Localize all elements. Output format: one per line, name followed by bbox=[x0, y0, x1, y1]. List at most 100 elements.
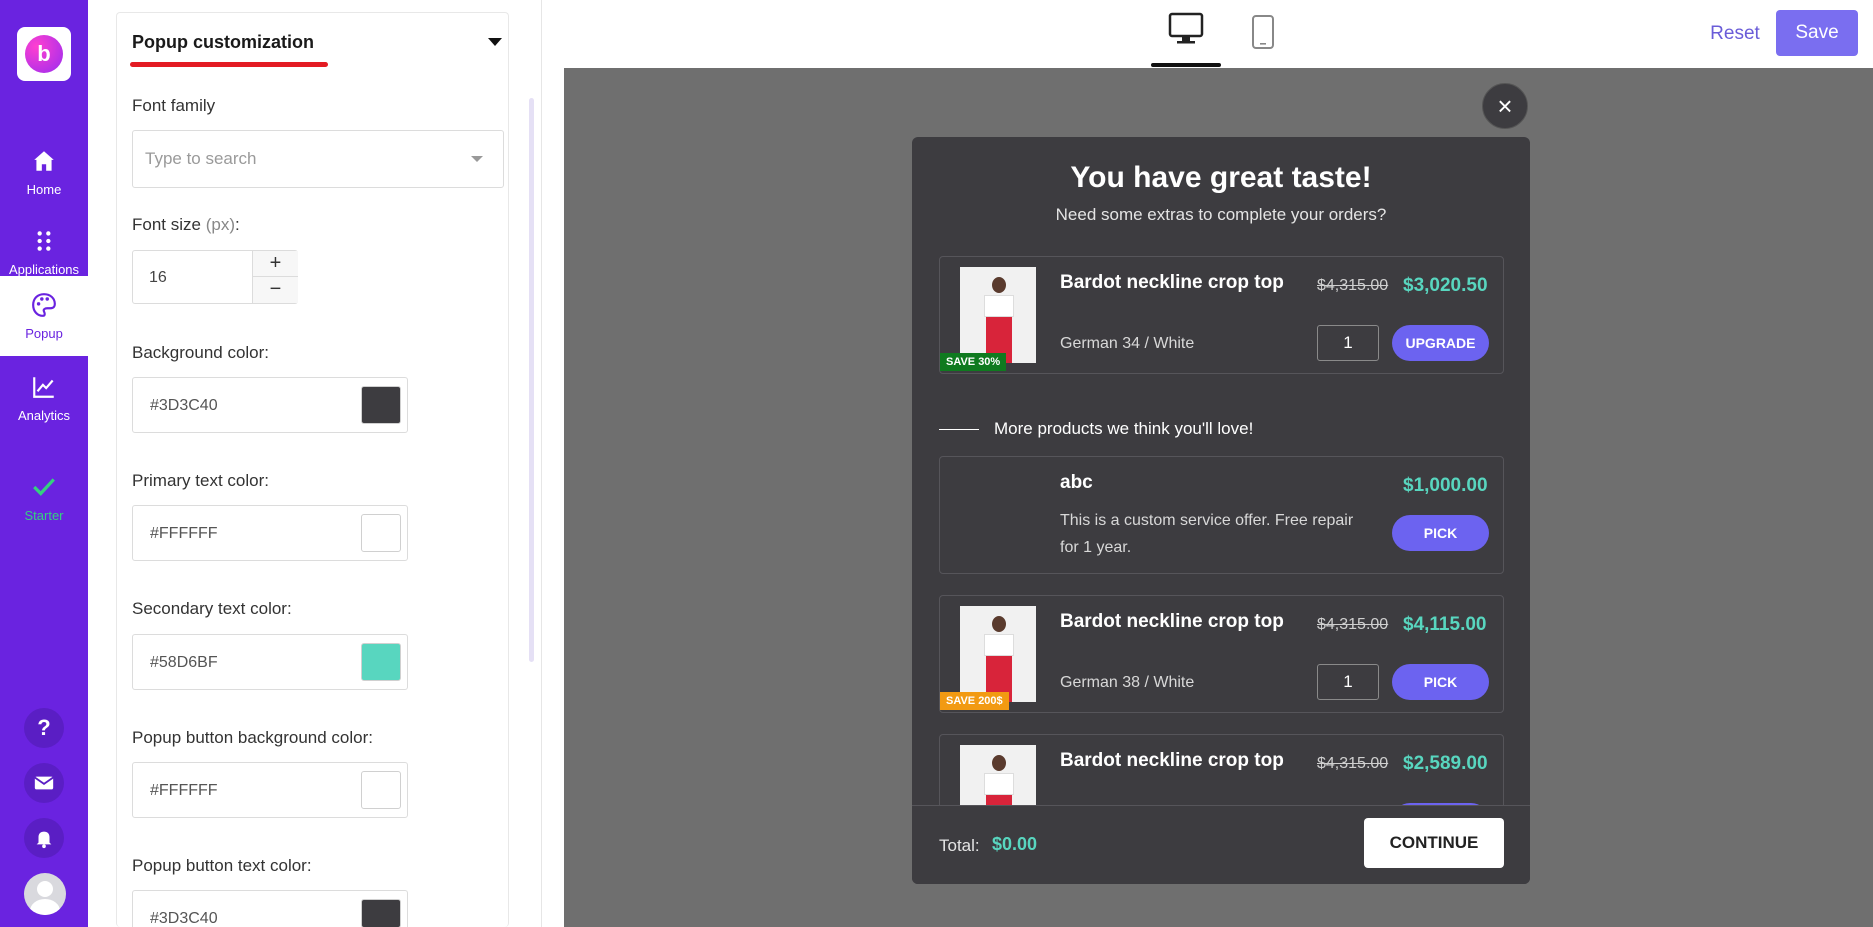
bg-color-label: Background color: bbox=[132, 343, 270, 362]
discount-badge: SAVE 200$ bbox=[940, 692, 1009, 710]
mail-icon bbox=[34, 776, 54, 790]
upgrade-button[interactable]: UPGRADE bbox=[1392, 325, 1489, 361]
button-bg-color-value: #FFFFFF bbox=[150, 782, 218, 799]
old-price: $4,315.00 bbox=[1317, 755, 1389, 772]
font-size-colon: : bbox=[235, 215, 240, 234]
product-variant[interactable]: German 34 / White bbox=[1060, 335, 1194, 353]
nav-item-home[interactable]: Home bbox=[0, 132, 88, 212]
chart-icon bbox=[33, 376, 54, 398]
main-product-card: SAVE 30% Bardot neckline crop top $4,315… bbox=[939, 256, 1504, 374]
pick-button[interactable]: PICK bbox=[1392, 664, 1489, 700]
offer-description: This is a custom service offer. Free rep… bbox=[1060, 512, 1354, 556]
decrement-button[interactable]: − bbox=[252, 277, 298, 303]
close-icon[interactable]: × bbox=[1482, 83, 1528, 129]
nav-label-analytics: Analytics bbox=[17, 407, 71, 423]
mail-icon-wrap bbox=[24, 763, 64, 803]
button-bg-color-swatch[interactable] bbox=[361, 771, 401, 809]
bell-icon bbox=[36, 831, 52, 849]
button-bg-color-label: Popup button background color: bbox=[132, 728, 374, 747]
product-name: Bardot neckline crop top bbox=[1060, 272, 1284, 293]
nav-item-popup[interactable]: Popup bbox=[0, 276, 88, 356]
primary-text-color-field[interactable]: #FFFFFF bbox=[132, 505, 408, 561]
caret-down-icon[interactable] bbox=[488, 38, 502, 46]
font-size-stepper: 16 + − bbox=[132, 250, 298, 304]
product-image bbox=[960, 606, 1036, 702]
product-price: $3,020.50 bbox=[1403, 275, 1488, 296]
mail-button[interactable] bbox=[24, 763, 64, 803]
button-text-color-value: #3D3C40 bbox=[150, 910, 218, 927]
nav-item-starter[interactable]: Starter bbox=[0, 458, 88, 538]
section-divider bbox=[939, 429, 979, 430]
secondary-text-color-label: Secondary text color: bbox=[132, 599, 292, 618]
reset-button[interactable]: Reset bbox=[1700, 14, 1770, 54]
offer-name: Bardot neckline crop top bbox=[1060, 750, 1284, 771]
nav-label-popup: Popup bbox=[25, 325, 63, 341]
upsell-popup: You have great taste! Need some extras t… bbox=[912, 137, 1530, 884]
font-size-label: Font size (px): bbox=[132, 215, 240, 235]
button-text-color-swatch[interactable] bbox=[361, 899, 401, 927]
app-logo[interactable]: b bbox=[17, 27, 71, 81]
offer-name: abc bbox=[1060, 472, 1093, 493]
logo-icon: b bbox=[25, 35, 63, 73]
popup-title: You have great taste! bbox=[1070, 161, 1372, 194]
more-products-heading: More products we think you'll love! bbox=[994, 419, 1254, 438]
total-value: $0.00 bbox=[992, 834, 1038, 854]
primary-text-color-label: Primary text color: bbox=[132, 471, 269, 490]
increment-button[interactable]: + bbox=[252, 251, 298, 277]
settings-panel: Popup customization Font family Type to … bbox=[88, 0, 542, 927]
nav-label-applications: Applications bbox=[8, 261, 80, 277]
desktop-view-tab[interactable] bbox=[1151, 12, 1221, 68]
old-price: $4,315.00 bbox=[1317, 616, 1389, 633]
offer-price: $2,589.00 bbox=[1403, 753, 1488, 774]
discount-badge: SAVE 30% bbox=[940, 353, 1007, 371]
font-family-select[interactable]: Type to search bbox=[132, 130, 504, 188]
mobile-view-tab[interactable] bbox=[1247, 14, 1279, 54]
font-size-input[interactable]: 16 bbox=[149, 269, 167, 287]
home-icon bbox=[34, 150, 54, 171]
panel-title[interactable]: Popup customization bbox=[132, 32, 314, 53]
help-button[interactable]: ? bbox=[24, 708, 64, 748]
offer-card: abc $1,000.00 This is a custom service o… bbox=[939, 456, 1504, 574]
desktop-icon bbox=[1168, 12, 1204, 44]
title-underline bbox=[130, 62, 328, 67]
notifications-button[interactable] bbox=[24, 818, 64, 858]
nav-item-analytics[interactable]: Analytics bbox=[0, 358, 88, 438]
pick-button[interactable]: PICK bbox=[1392, 515, 1489, 551]
offer-price: $1,000.00 bbox=[1403, 475, 1488, 496]
avatar[interactable] bbox=[24, 873, 66, 915]
apps-icon bbox=[37, 230, 51, 251]
button-text-color-label: Popup button text color: bbox=[132, 856, 312, 875]
active-tab-indicator bbox=[1151, 63, 1221, 67]
button-text-color-field[interactable]: #3D3C40 bbox=[132, 890, 408, 927]
bg-color-swatch[interactable] bbox=[361, 386, 401, 424]
total-label: Total: bbox=[939, 836, 980, 855]
offer-name: Bardot neckline crop top bbox=[1060, 611, 1284, 632]
old-price: $4,315.00 bbox=[1317, 277, 1389, 294]
secondary-text-color-field[interactable]: #58D6BF bbox=[132, 634, 408, 690]
font-family-label: Font family bbox=[132, 96, 216, 115]
font-family-placeholder: Type to search bbox=[145, 149, 257, 168]
offer-card: SAVE 200$ Bardot neckline crop top $4,31… bbox=[939, 595, 1504, 713]
button-bg-color-field[interactable]: #FFFFFF bbox=[132, 762, 408, 818]
panel-scrollbar[interactable] bbox=[529, 98, 534, 662]
secondary-text-color-swatch[interactable] bbox=[361, 643, 401, 681]
bg-color-field[interactable]: #3D3C40 bbox=[132, 377, 408, 433]
quantity-input[interactable]: 1 bbox=[1317, 664, 1379, 700]
popup-subtitle: Need some extras to complete your orders… bbox=[1055, 205, 1387, 224]
help-icon: ? bbox=[24, 708, 64, 748]
check-icon bbox=[33, 477, 55, 496]
palette-icon bbox=[32, 292, 56, 317]
mobile-icon bbox=[1252, 15, 1274, 49]
app: b Home Applications Popup Analytics Star… bbox=[0, 0, 1873, 927]
chevron-down-icon bbox=[471, 156, 483, 162]
product-variant[interactable]: German 38 / White bbox=[1060, 674, 1194, 692]
secondary-text-color-value: #58D6BF bbox=[150, 654, 218, 671]
quantity-input[interactable]: 1 bbox=[1317, 325, 1379, 361]
nav-label-home: Home bbox=[26, 181, 62, 197]
primary-text-color-swatch[interactable] bbox=[361, 514, 401, 552]
continue-button[interactable]: CONTINUE bbox=[1364, 818, 1504, 868]
product-image bbox=[960, 267, 1036, 363]
font-size-unit: (px) bbox=[205, 215, 235, 234]
save-button[interactable]: Save bbox=[1776, 10, 1858, 56]
nav-label-starter: Starter bbox=[24, 507, 64, 523]
